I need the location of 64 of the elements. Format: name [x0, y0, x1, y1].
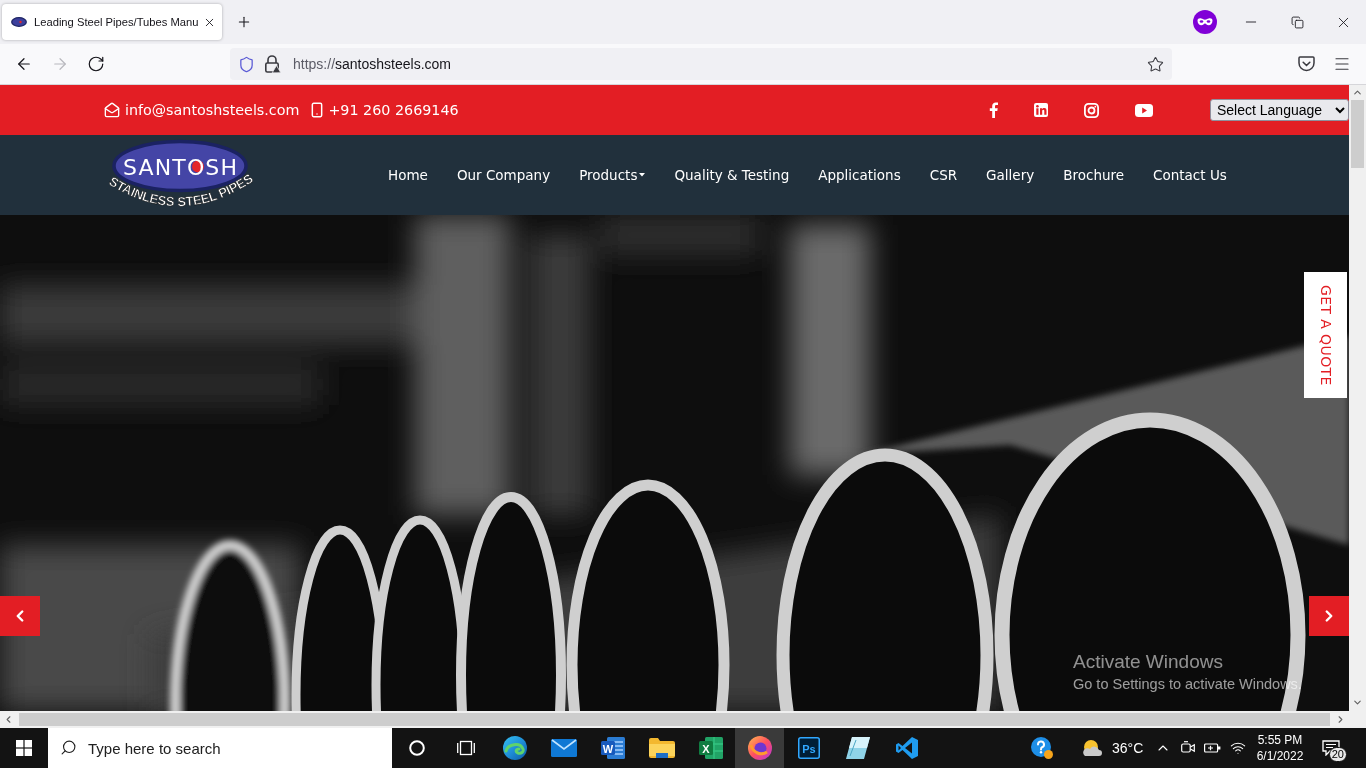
- caret-icon[interactable]: [639, 173, 646, 177]
- address-bar[interactable]: https://santoshsteels.com: [230, 48, 1172, 80]
- glass-slab-icon[interactable]: [845, 737, 870, 759]
- ps-tile-icon[interactable]: Ps: [797, 737, 820, 759]
- envelope-icon[interactable]: [550, 739, 577, 757]
- linkedin-icon[interactable]: [1034, 103, 1048, 117]
- url-text[interactable]: https://santoshsteels.com: [293, 56, 451, 72]
- temperature-text: 36°C: [1112, 740, 1144, 756]
- language-select[interactable]: Select Language: [1210, 99, 1349, 121]
- search-icon[interactable]: [60, 739, 77, 756]
- camera-icon[interactable]: [1181, 741, 1195, 755]
- taskbar-app-button[interactable]: Ps: [784, 728, 833, 768]
- nav-link[interactable]: Our Company: [456, 167, 551, 183]
- bookmark-star-icon[interactable]: [1147, 55, 1164, 73]
- vertical-scrollbar[interactable]: [1349, 85, 1366, 711]
- phone-link[interactable]: +91 260 2669146: [328, 102, 459, 118]
- nav-link[interactable]: Quality & Testing: [674, 167, 790, 183]
- ring-icon[interactable]: [408, 740, 425, 756]
- nav-link[interactable]: Brochure: [1063, 167, 1125, 183]
- get-quote-tab[interactable]: GET A QUOTE: [1304, 272, 1347, 398]
- clock-time[interactable]: 5:55 PM: [1257, 732, 1303, 748]
- scrollbar-thumb[interactable]: [1351, 100, 1364, 168]
- windows-logo-icon[interactable]: [16, 740, 32, 756]
- notification-count-badge: 20: [1328, 747, 1347, 762]
- instagram-icon[interactable]: [1084, 102, 1099, 118]
- nav-link[interactable]: Applications: [818, 167, 901, 183]
- folder-icon[interactable]: [648, 738, 675, 758]
- help-icon[interactable]: [1031, 737, 1053, 759]
- plus-icon[interactable]: [236, 14, 252, 30]
- oval-logo-icon: [11, 17, 27, 27]
- restore-icon[interactable]: [1290, 15, 1304, 29]
- taskbar-app-button[interactable]: W: [588, 728, 637, 768]
- taskbar-app-button[interactable]: X: [686, 728, 735, 768]
- taskbar-search-field[interactable]: Type here to search: [48, 728, 392, 768]
- battery-plug-icon[interactable]: [1203, 742, 1221, 754]
- chevron-down-icon[interactable]: [1352, 697, 1363, 708]
- shield-icon[interactable]: [238, 55, 255, 73]
- fox-browser-icon[interactable]: [747, 736, 772, 760]
- menu-icon[interactable]: [1333, 55, 1351, 73]
- reload-icon[interactable]: [87, 55, 105, 73]
- task-view-icon[interactable]: [456, 740, 475, 756]
- pocket-icon[interactable]: [1297, 56, 1315, 72]
- facebook-icon[interactable]: [989, 102, 998, 118]
- nav-link[interactable]: Products: [579, 167, 646, 183]
- youtube-icon[interactable]: [1135, 103, 1153, 117]
- activate-windows-title: Activate Windows: [1073, 651, 1224, 673]
- notifications-button[interactable]: 20: [1308, 728, 1354, 768]
- email-link[interactable]: info@santoshsteels.com: [125, 102, 300, 118]
- wifi-icon[interactable]: [1230, 740, 1246, 756]
- lock-warning-icon[interactable]: [265, 55, 281, 73]
- scrollbar-thumb[interactable]: [19, 713, 1330, 726]
- tab-title: Leading Steel Pipes/Tubes Manu: [34, 16, 199, 28]
- sun-cloud-icon[interactable]: [1082, 739, 1102, 757]
- nav-link[interactable]: CSR: [929, 167, 958, 183]
- clock-date[interactable]: 6/1/2022: [1256, 748, 1304, 764]
- code-editor-icon[interactable]: [894, 736, 919, 760]
- horizontal-scrollbar[interactable]: [0, 711, 1349, 728]
- weather-button[interactable]: 36°C: [1062, 728, 1150, 768]
- swirl-browser-icon[interactable]: [502, 736, 527, 760]
- nav-link[interactable]: Gallery: [986, 167, 1035, 183]
- nav-link[interactable]: Contact Us: [1153, 167, 1227, 183]
- browser-tab[interactable]: Leading Steel Pipes/Tubes Manu: [2, 4, 222, 40]
- nav-link[interactable]: Home: [388, 167, 428, 183]
- mask-icon: [1193, 10, 1217, 34]
